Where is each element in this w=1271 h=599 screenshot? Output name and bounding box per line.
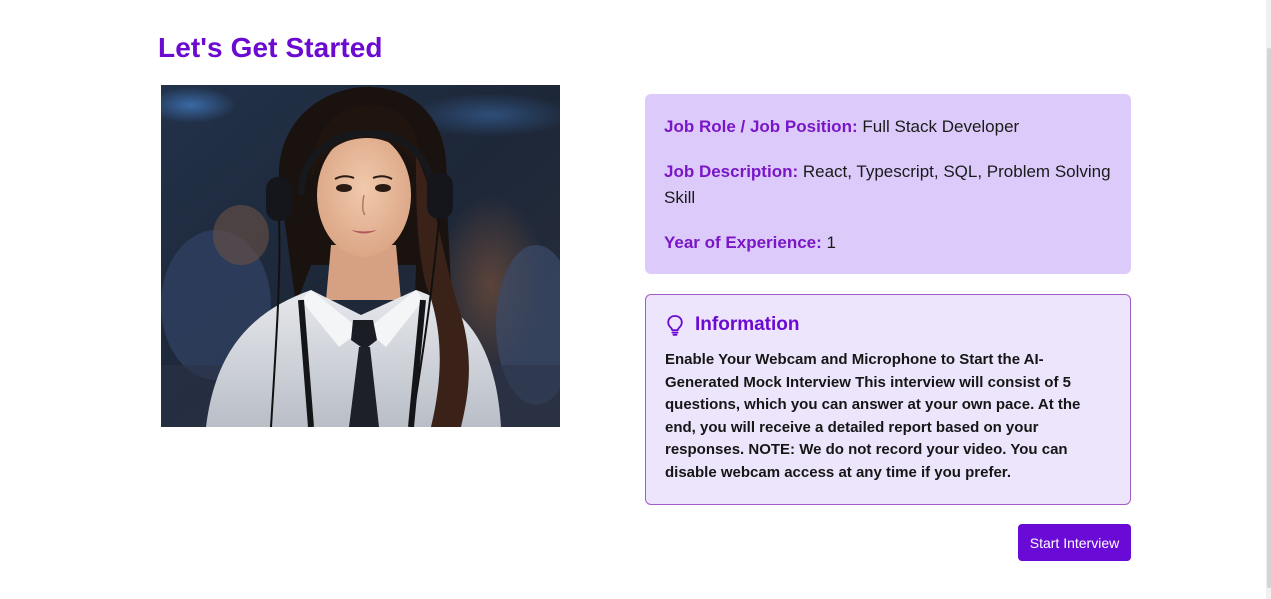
interviewer-image — [161, 85, 560, 427]
page: Let's Get Started Job Role / Job Positio… — [0, 0, 1271, 599]
lightbulb-icon — [665, 314, 685, 336]
information-header: Information — [665, 314, 1111, 336]
scrollbar-track[interactable] — [1266, 0, 1271, 599]
experience-value: 1 — [826, 233, 837, 252]
information-heading: Information — [695, 314, 800, 335]
job-description-row: Job Description: React, Typescript, SQL,… — [664, 159, 1112, 211]
job-description-label: Job Description: — [664, 162, 799, 181]
job-role-label: Job Role / Job Position: — [664, 117, 858, 136]
experience-label: Year of Experience: — [664, 233, 822, 252]
scrollbar-thumb[interactable] — [1267, 48, 1271, 588]
information-card: Information Enable Your Webcam and Micro… — [645, 294, 1131, 505]
experience-row: Year of Experience: 1 — [664, 230, 1112, 256]
start-interview-button[interactable]: Start Interview — [1018, 524, 1131, 561]
page-title: Let's Get Started — [158, 32, 383, 63]
job-role-row: Job Role / Job Position: Full Stack Deve… — [664, 114, 1112, 140]
job-details-card: Job Role / Job Position: Full Stack Deve… — [645, 94, 1131, 274]
information-text: Enable Your Webcam and Microphone to Sta… — [665, 351, 1081, 481]
job-role-value: Full Stack Developer — [862, 117, 1020, 136]
